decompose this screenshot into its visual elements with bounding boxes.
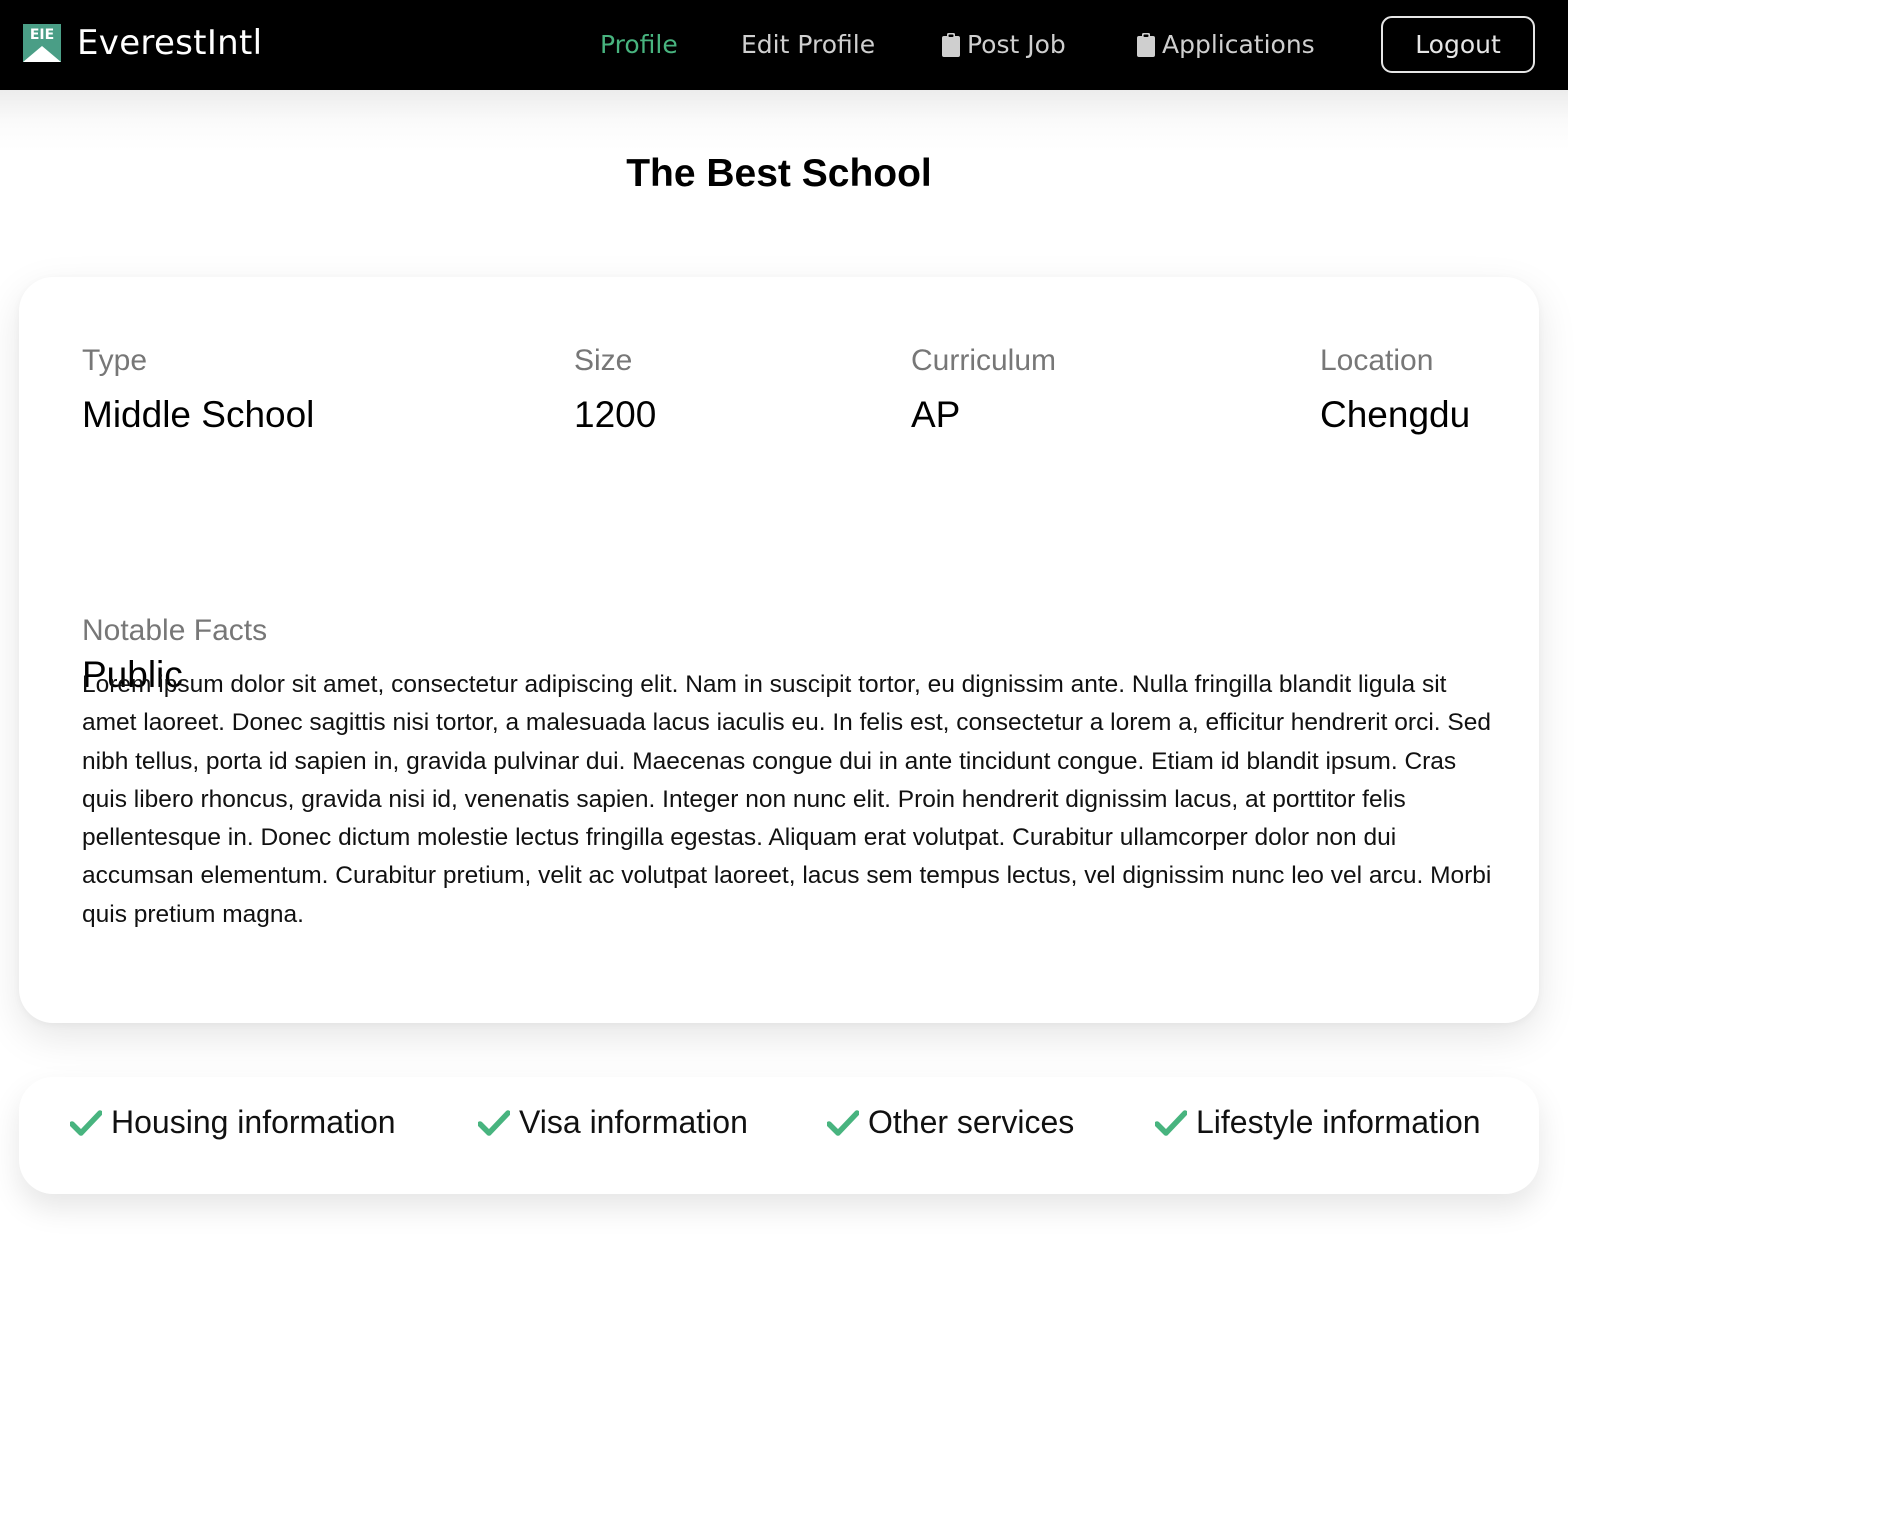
school-info-card: Type Middle School Public Size 1200 Curr… [19,277,1539,1023]
notable-facts-text: Lorem ipsum dolor sit amet, consectetur … [82,671,1492,928]
nav-links: Profile Edit Profile Post Job Applicatio… [0,0,1568,90]
field-curriculum: Curriculum AP [911,343,1056,437]
top-navbar: EIE EverestIntl Profile Edit Profile Pos… [0,0,1568,90]
field-location: Location Chengdu [1320,343,1470,437]
check-icon [827,1109,859,1136]
nav-link-edit-profile[interactable]: Edit Profile [741,28,875,62]
logout-button[interactable]: Logout [1381,16,1535,73]
check-icon [478,1109,510,1136]
service-lifestyle: Lifestyle information [1155,1104,1481,1141]
nav-link-profile[interactable]: Profile [600,28,678,62]
page-title: The Best School [626,152,932,195]
field-location-label: Location [1320,344,1434,377]
services-card: Housing information Visa information Oth… [19,1077,1539,1194]
field-curriculum-label: Curriculum [911,344,1057,377]
field-size-label: Size [574,344,633,377]
service-label: Visa information [519,1104,748,1140]
nav-link-post-job[interactable]: Post Job [941,28,1066,62]
notable-facts-label: Notable Facts [82,614,268,647]
field-size-value: 1200 [574,394,657,435]
nav-link-post-job-label: Post Job [967,30,1066,59]
field-type: Type Middle School [82,343,314,437]
field-type-value: Middle School [82,394,315,435]
service-label: Housing information [111,1104,396,1140]
service-other: Other services [827,1104,1074,1141]
check-icon [70,1109,102,1136]
check-icon [1155,1109,1187,1136]
profile-page: The Best School Type Middle School Publi… [0,90,1568,1274]
service-label: Other services [868,1104,1075,1140]
field-curriculum-value: AP [911,394,961,435]
service-label: Lifestyle information [1196,1104,1481,1140]
clipboard-icon [1137,33,1155,57]
nav-link-applications[interactable]: Applications [1136,28,1315,62]
field-type-label: Type [82,344,148,377]
clipboard-icon [942,33,960,57]
service-housing: Housing information [70,1104,396,1141]
field-size: Size 1200 [574,343,656,437]
field-location-value: Chengdu [1320,394,1471,435]
service-visa: Visa information [478,1104,748,1141]
nav-link-applications-label: Applications [1162,30,1315,59]
